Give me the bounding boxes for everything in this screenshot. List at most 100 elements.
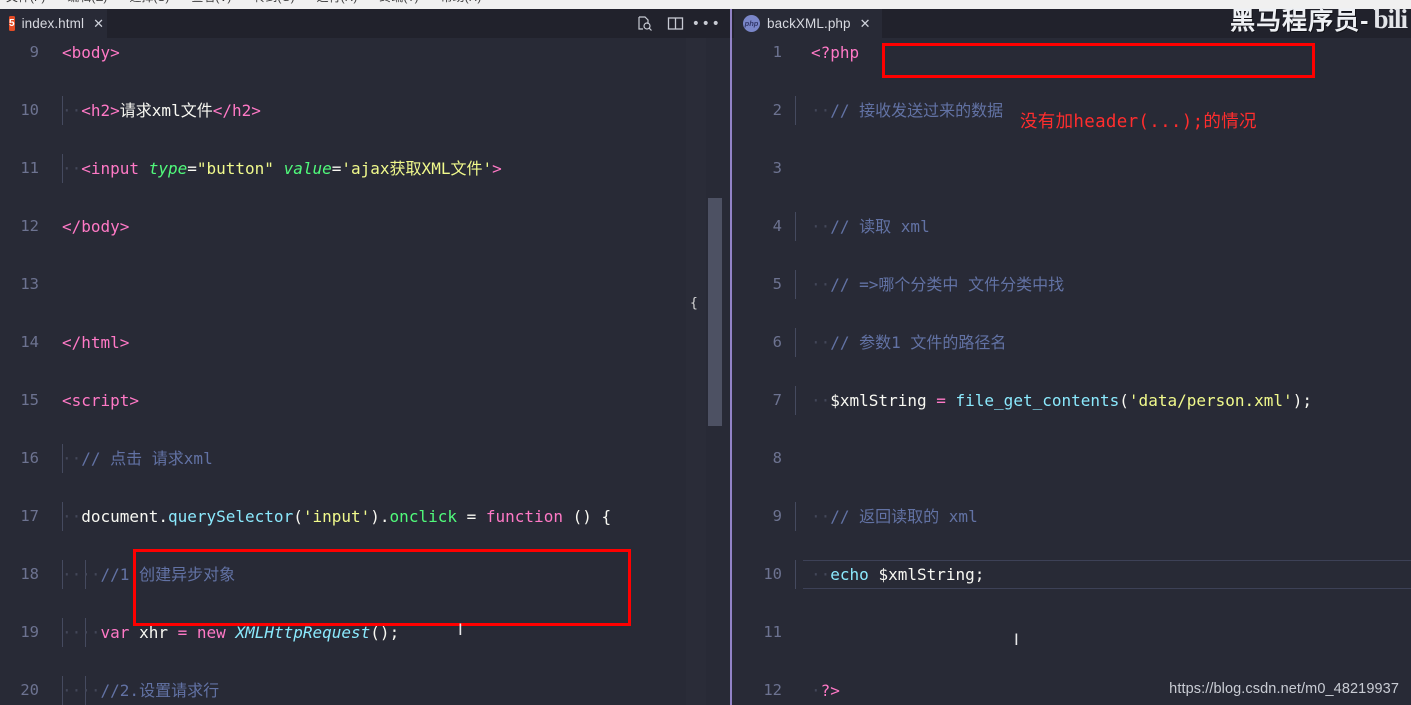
code-token: <input [81, 159, 149, 178]
code-line[interactable]: 14 </html> [0, 328, 730, 357]
editor-actions: ••• [636, 9, 720, 38]
code-line[interactable]: 1 <?php [733, 38, 1411, 67]
code-token: 'data/person.xml' [1128, 391, 1293, 410]
watermark-brand-text: 黑马程序员- [1230, 7, 1370, 35]
tab-index-html[interactable]: 5 index.html ✕ [0, 9, 107, 38]
code-token: <?php [811, 43, 860, 62]
code-text[interactable]: ··<input type="button" value='ajax获取XML文… [62, 154, 502, 183]
menu-item[interactable]: 文件(F) [6, 0, 45, 5]
code-line[interactable]: 6 ··// 参数1 文件的路径名 [733, 328, 1411, 357]
split-editor-icon[interactable] [667, 15, 684, 32]
menu-item[interactable]: 运行(R) [317, 0, 358, 5]
code-text[interactable]: ··// =>哪个分类中 文件分类中找 [811, 270, 1064, 299]
code-token: <body> [62, 43, 120, 62]
code-line[interactable]: 9 ··// 返回读取的 xml [733, 502, 1411, 531]
code-text[interactable]: ··// 点击 请求xml [62, 444, 213, 473]
line-number: 14 [20, 333, 39, 351]
menu-item[interactable]: 查看(V) [191, 0, 231, 5]
code-token: ···· [62, 565, 101, 584]
code-token: // 接收发送过来的数据 [830, 101, 1004, 120]
tab-backxml-php[interactable]: php backXML.php ✕ [734, 9, 882, 38]
code-token: ); [1292, 391, 1312, 410]
code-text[interactable]: ··// 读取 xml [811, 212, 930, 241]
code-token: "button" [196, 159, 274, 178]
code-token: //2.设置请求行 [100, 681, 220, 700]
code-text[interactable]: ····//2.设置请求行 [62, 676, 219, 705]
vertical-scrollbar-thumb[interactable] [708, 198, 722, 426]
code-token: // =>哪个分类中 文件分类中找 [830, 275, 1065, 294]
code-token: $xmlString [830, 391, 927, 410]
more-actions-icon[interactable]: ••• [692, 15, 720, 32]
code-content-backxml-php[interactable]: 1 <?php 2 ··// 接收发送过来的数据 3 4 ··// 读取 xml 5 ··// … [733, 38, 1411, 705]
menu-item[interactable]: 编辑(E) [67, 0, 107, 5]
code-line[interactable]: 17 ··document.querySelector('input').oncl… [0, 502, 730, 531]
close-icon[interactable]: ✕ [93, 16, 104, 32]
close-icon[interactable]: ✕ [860, 16, 871, 32]
code-text[interactable]: ··echo $xmlString; [811, 560, 984, 589]
app-window: 文件(F) 编辑(E) 选择(S) 查看(V) 转到(G) 运行(R) 终端(T) 帮助(H)… [0, 0, 1411, 705]
code-line[interactable]: 13 [0, 270, 730, 299]
code-token: (); [370, 623, 400, 642]
mouse-ibeam-cursor-secondary: I [1014, 630, 1019, 649]
code-token: new [196, 623, 226, 642]
code-line[interactable]: 10 ··echo $xmlString; [733, 560, 1411, 589]
code-line[interactable]: 4 ··// 读取 xml [733, 212, 1411, 241]
code-token: ·· [811, 565, 831, 584]
code-token: echo [830, 565, 869, 584]
code-line[interactable]: 5 ··// =>哪个分类中 文件分类中找 [733, 270, 1411, 299]
line-number: 11 [763, 623, 782, 641]
code-token: </h2> [212, 101, 261, 120]
code-text[interactable]: ··document.querySelector('input').onclic… [62, 502, 611, 531]
code-line[interactable]: 18 ····//1.创建异步对象 [0, 560, 730, 589]
code-text[interactable]: <script> [62, 386, 139, 415]
line-number: 7 [772, 391, 782, 409]
code-text[interactable]: </html> [62, 328, 129, 357]
menu-item[interactable]: 选择(S) [129, 0, 169, 5]
code-text[interactable]: <body> [62, 38, 120, 67]
code-line[interactable]: 11 ··<input type="button" value='ajax获取XM… [0, 154, 730, 183]
code-line[interactable]: 12 </body> [0, 212, 730, 241]
code-text[interactable]: ··<h2>请求xml文件</h2> [62, 96, 261, 125]
code-token: // 读取 xml [830, 217, 930, 236]
code-content-index-html[interactable]: 9 <body> 10 ··<h2>请求xml文件</h2> 11 ··<input ty… [0, 38, 730, 705]
code-line[interactable]: 8 [733, 444, 1411, 473]
menu-item[interactable]: 转到(G) [253, 0, 294, 5]
code-line[interactable]: 11 [733, 618, 1411, 647]
code-token: ). [370, 507, 390, 526]
code-token: ·· [811, 217, 831, 236]
code-line[interactable]: 10 ··<h2>请求xml文件</h2> [0, 96, 730, 125]
os-menu-strip[interactable]: 文件(F) 编辑(E) 选择(S) 查看(V) 转到(G) 运行(R) 终端(T) 帮助(H) [0, 0, 1411, 9]
editor-pane-left[interactable]: 9 <body> 10 ··<h2>请求xml文件</h2> 11 ··<input ty… [0, 38, 730, 705]
code-text[interactable]: </body> [62, 212, 129, 241]
code-text[interactable]: <?php [811, 38, 859, 67]
code-line[interactable]: 16 ··// 点击 请求xml [0, 444, 730, 473]
code-line[interactable]: 20 ····//2.设置请求行 [0, 676, 730, 705]
code-text[interactable]: ····//1.创建异步对象 [62, 560, 235, 589]
code-text[interactable]: ··// 返回读取的 xml [811, 502, 978, 531]
code-line[interactable]: 9 <body> [0, 38, 730, 67]
menu-item[interactable]: 帮助(H) [441, 0, 482, 5]
minimap-left[interactable] [686, 38, 706, 705]
code-text[interactable]: ····var xhr = new XMLHttpRequest(); [62, 618, 399, 647]
code-line[interactable]: 19 ····var xhr = new XMLHttpRequest(); [0, 618, 730, 647]
code-line[interactable]: 15 <script> [0, 386, 730, 415]
editor-split-divider[interactable] [730, 9, 732, 705]
open-preview-icon[interactable] [636, 15, 653, 32]
editor-pane-right[interactable]: 1 <?php 2 ··// 接收发送过来的数据 3 4 ··// 读取 xml 5 ··// … [733, 38, 1411, 705]
code-token: ···· [62, 623, 101, 642]
code-line[interactable]: 7 ··$xmlString = file_get_contents('data/… [733, 386, 1411, 415]
code-text[interactable]: ··// 参数1 文件的路径名 [811, 328, 1006, 357]
line-number: 10 [763, 565, 782, 583]
code-text[interactable]: ··// 接收发送过来的数据 [811, 96, 1003, 125]
menu-item[interactable]: 终端(T) [379, 0, 418, 5]
line-number: 1 [772, 43, 782, 61]
code-token: ?> [820, 681, 840, 700]
os-menu-items[interactable]: 文件(F) 编辑(E) 选择(S) 查看(V) 转到(G) 运行(R) 终端(T) 帮助(H) [0, 0, 481, 5]
code-text[interactable]: ·?> [811, 676, 840, 705]
code-line[interactable]: 3 [733, 154, 1411, 183]
code-text[interactable]: ··$xmlString = file_get_contents('data/p… [811, 386, 1312, 415]
code-token: $xmlString [878, 565, 975, 584]
